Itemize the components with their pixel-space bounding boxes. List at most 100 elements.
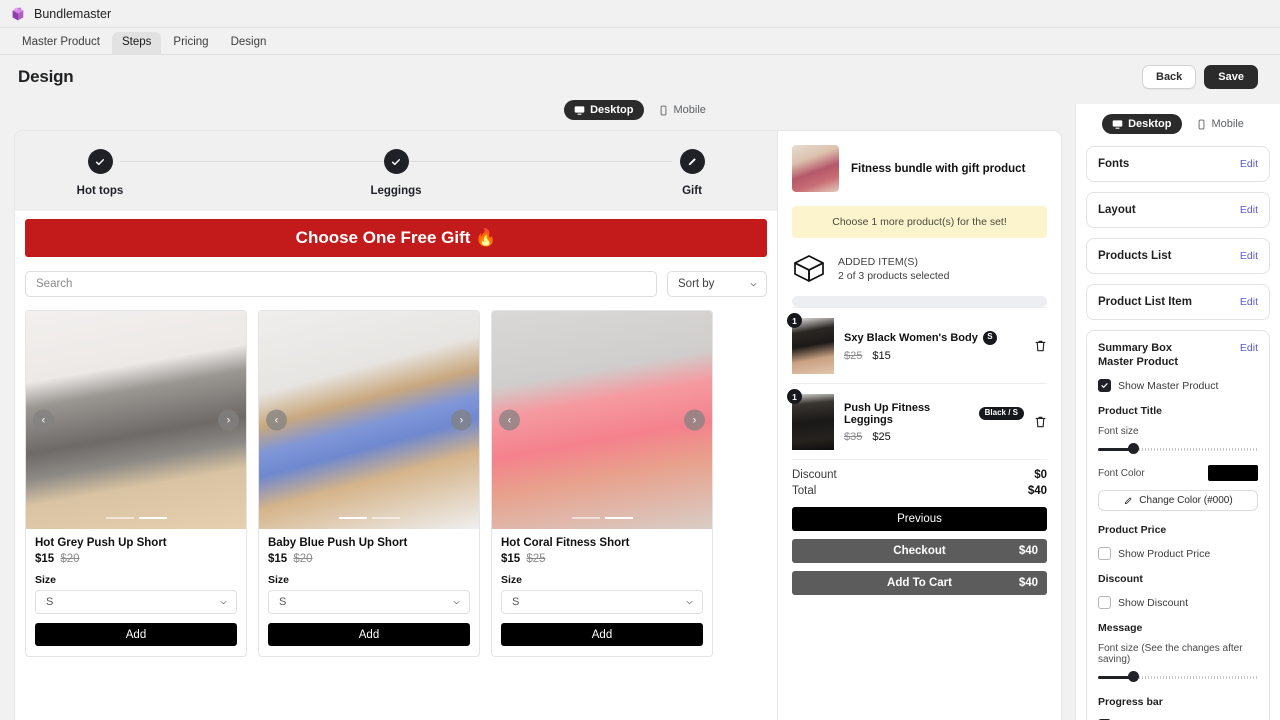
carousel-prev-button[interactable]: ‹	[499, 409, 520, 431]
product-image: ‹ ›	[26, 311, 246, 529]
discount-label: Discount	[792, 469, 837, 481]
product-price-value: $15	[268, 553, 288, 565]
size-select[interactable]: S	[35, 590, 237, 614]
add-product-button[interactable]: Add	[501, 623, 703, 646]
check-icon	[95, 158, 105, 165]
sidebar-section-products-list[interactable]: Products List Edit	[1086, 238, 1270, 274]
settings-sidebar: Desktop Mobile Fonts Edit Layout Edit Pr…	[1075, 104, 1280, 720]
previous-button[interactable]: Previous	[792, 507, 1047, 531]
checkout-label: Checkout	[893, 545, 946, 557]
cart-item: 1 Sxy Black Women's Body S $25 $15	[787, 307, 1047, 383]
font-color-label: Font Color	[1098, 467, 1145, 479]
section-title: Fonts	[1098, 158, 1130, 170]
chevron-down-icon	[220, 600, 227, 604]
show-master-product-checkbox[interactable]	[1098, 379, 1111, 392]
device-toggle-group: Desktop Mobile	[564, 100, 716, 120]
edit-link[interactable]: Edit	[1240, 342, 1258, 354]
master-product-title: Fitness bundle with gift product	[851, 162, 1026, 175]
carousel-next-button[interactable]: ›	[684, 409, 705, 431]
change-color-button[interactable]: Change Color (#000)	[1098, 490, 1258, 511]
carousel-indicators	[259, 517, 479, 519]
product-card-body: Hot Grey Push Up Short $15 $20 Size S Ad…	[26, 529, 246, 656]
edit-link[interactable]: Edit	[1240, 296, 1258, 308]
carousel-next-button[interactable]: ›	[218, 409, 239, 431]
step-dot	[383, 149, 409, 174]
tab-steps[interactable]: Steps	[111, 31, 162, 54]
product-title-font-size-slider[interactable]	[1098, 443, 1258, 455]
bundlemaster-app: Bundlemaster Master Product Steps Pricin…	[0, 0, 1280, 720]
header-actions: Back Save	[1142, 65, 1258, 89]
carousel-prev-button[interactable]: ‹	[266, 409, 287, 431]
summary-message: Choose 1 more product(s) for the set!	[792, 206, 1047, 238]
tab-strip: Master Product Steps Pricing Design	[0, 28, 1280, 55]
checkout-button[interactable]: Checkout $40	[792, 539, 1047, 563]
message-font-size-slider[interactable]	[1098, 671, 1258, 683]
size-select[interactable]: S	[268, 590, 470, 614]
edit-link[interactable]: Edit	[1240, 158, 1258, 170]
cart-item-price-value: $25	[872, 430, 891, 443]
step-leggings[interactable]: Leggings	[351, 149, 441, 197]
carousel-next-button[interactable]: ›	[451, 409, 472, 431]
search-row: Sort by	[15, 257, 777, 297]
carousel-prev-button[interactable]: ‹	[33, 409, 54, 431]
package-icon	[794, 255, 824, 282]
edit-link[interactable]: Edit	[1240, 204, 1258, 216]
preview-canvas: Hot tops Leggings Gift Choose One Free G…	[15, 131, 1061, 720]
save-button[interactable]: Save	[1204, 65, 1258, 89]
progress-bar-group-label: Progress bar	[1098, 696, 1163, 708]
progress-bar	[792, 296, 1047, 307]
edit-link[interactable]: Edit	[1240, 250, 1258, 262]
show-master-product-label: Show Master Product	[1118, 379, 1219, 392]
tab-pricing[interactable]: Pricing	[163, 32, 218, 55]
cart-item-image: 1	[787, 313, 834, 374]
cart-item-qty: 1	[787, 313, 802, 328]
add-product-button[interactable]: Add	[35, 623, 237, 646]
total-row: Total $40	[792, 483, 1047, 499]
sidebar-section-product-list-item[interactable]: Product List Item Edit	[1086, 284, 1270, 320]
step-dot	[87, 149, 113, 174]
size-select[interactable]: S	[501, 590, 703, 614]
discount-row: Discount $0	[792, 459, 1047, 483]
show-product-price-checkbox[interactable]	[1098, 547, 1111, 560]
show-discount-row: Show Discount	[1098, 596, 1258, 609]
cart-item-price-value: $15	[872, 349, 891, 362]
add-product-button[interactable]: Add	[268, 623, 470, 646]
carousel-indicators	[492, 517, 712, 519]
sidebar-section-fonts[interactable]: Fonts Edit	[1086, 146, 1270, 182]
tab-master-product[interactable]: Master Product	[12, 32, 110, 55]
section-title: Product List Item	[1098, 296, 1192, 308]
trash-icon[interactable]	[1034, 415, 1047, 429]
search-input[interactable]	[25, 271, 657, 297]
device-mobile-button[interactable]: Mobile	[648, 100, 716, 120]
sidebar-device-mobile-label: Mobile	[1211, 118, 1244, 130]
sidebar-device-toggle: Desktop Mobile	[1086, 114, 1270, 134]
step-hot-tops[interactable]: Hot tops	[55, 149, 145, 197]
sidebar-device-desktop-button[interactable]: Desktop	[1102, 114, 1182, 134]
sidebar-device-mobile-button[interactable]: Mobile	[1186, 114, 1254, 134]
product-title-group-label: Product Title	[1098, 405, 1162, 417]
section-title: Layout	[1098, 204, 1136, 216]
show-discount-checkbox[interactable]	[1098, 596, 1111, 609]
desktop-icon	[1112, 119, 1123, 129]
sort-by-select[interactable]: Sort by	[667, 271, 767, 297]
tab-design[interactable]: Design	[221, 32, 277, 55]
step-gift[interactable]: Gift	[647, 149, 737, 197]
sidebar-device-toggle-group: Desktop Mobile	[1102, 114, 1254, 134]
total-label: Total	[792, 485, 817, 497]
message-font-size-label: Font size (See the changes after saving)	[1098, 643, 1243, 665]
cart-item-variant: S	[982, 330, 997, 345]
back-button[interactable]: Back	[1142, 65, 1197, 89]
cart-item-name: Sxy Black Women's Body	[844, 331, 978, 344]
add-to-cart-amount: $40	[1018, 577, 1038, 589]
sort-by-label: Sort by	[678, 278, 715, 290]
cart-item-price: $35 $25	[844, 431, 1024, 443]
device-desktop-button[interactable]: Desktop	[564, 100, 644, 120]
add-to-cart-button[interactable]: Add To Cart $40	[792, 571, 1047, 595]
bundle-steps: Hot tops Leggings Gift	[15, 131, 777, 211]
product-card: ‹ › Baby Blue Push Up Short $15 $20 Size…	[258, 310, 480, 657]
size-label: Size	[501, 574, 523, 586]
cart-item-variant: Black / S	[978, 407, 1024, 420]
product-image: ‹ ›	[259, 311, 479, 529]
trash-icon[interactable]	[1034, 339, 1047, 353]
sidebar-section-layout[interactable]: Layout Edit	[1086, 192, 1270, 228]
